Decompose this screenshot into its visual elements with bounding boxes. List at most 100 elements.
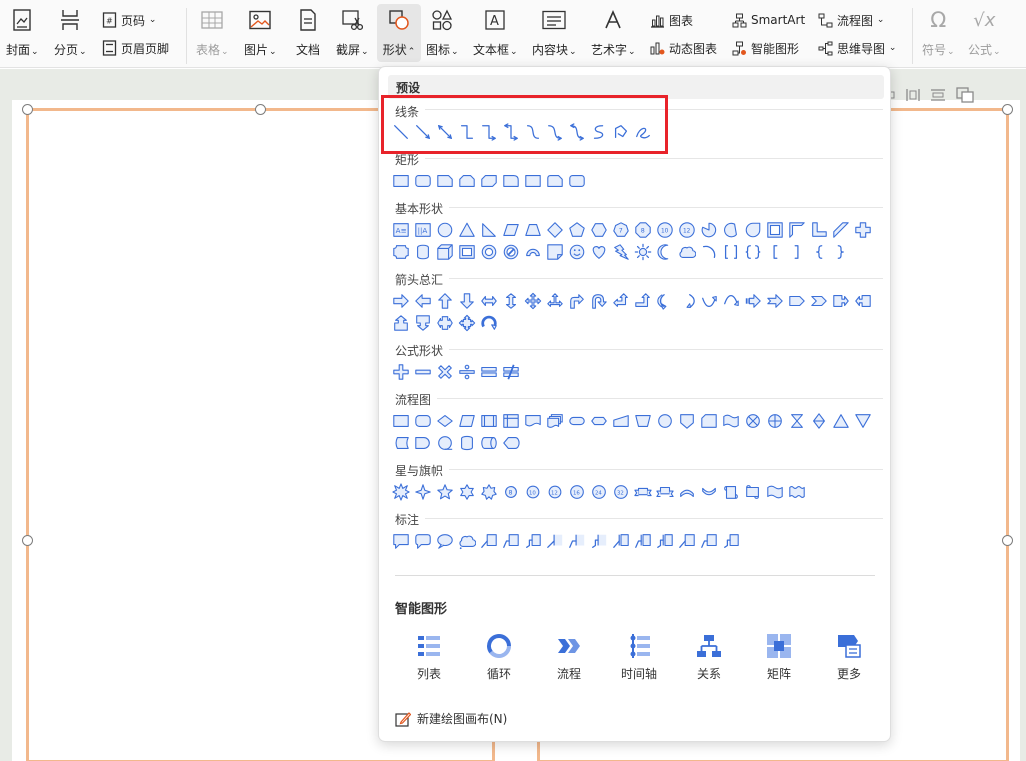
- shape-option[interactable]: [632, 530, 654, 552]
- shape-option[interactable]: 8: [500, 481, 522, 503]
- shape-option[interactable]: [544, 219, 566, 241]
- shape-option[interactable]: [588, 219, 610, 241]
- shape-option[interactable]: [390, 241, 412, 263]
- shape-option[interactable]: 12: [676, 219, 698, 241]
- shape-option[interactable]: [830, 290, 852, 312]
- shape-option[interactable]: [698, 410, 720, 432]
- resize-handle[interactable]: [1002, 104, 1013, 115]
- shape-option[interactable]: [786, 410, 808, 432]
- smart-item-process[interactable]: 流程: [539, 633, 599, 682]
- shape-option[interactable]: [786, 290, 808, 312]
- shape-option[interactable]: [478, 432, 500, 454]
- shape-option[interactable]: [830, 241, 852, 263]
- shape-option[interactable]: [544, 530, 566, 552]
- shape-option[interactable]: [676, 530, 698, 552]
- shape-option[interactable]: [478, 219, 500, 241]
- shape-option[interactable]: [676, 241, 698, 263]
- mindmap-button[interactable]: 思维导图 ⌄: [818, 38, 896, 58]
- shape-option[interactable]: 10: [654, 219, 676, 241]
- shape-option[interactable]: [654, 481, 676, 503]
- shape-option[interactable]: [522, 530, 544, 552]
- shape-option[interactable]: [522, 410, 544, 432]
- shape-option[interactable]: [632, 481, 654, 503]
- shape-option[interactable]: [412, 530, 434, 552]
- shape-option[interactable]: [478, 241, 500, 263]
- shape-option[interactable]: [742, 410, 764, 432]
- shape-option[interactable]: [764, 219, 786, 241]
- chart-button[interactable]: 图表: [650, 10, 693, 30]
- shape-option[interactable]: [566, 530, 588, 552]
- shape-option[interactable]: [632, 241, 654, 263]
- shape-option[interactable]: [478, 530, 500, 552]
- shape-option[interactable]: [478, 481, 500, 503]
- distribute-icon[interactable]: [906, 88, 920, 102]
- shape-option[interactable]: [478, 312, 500, 334]
- shape-option[interactable]: [764, 481, 786, 503]
- shape-option[interactable]: [786, 219, 808, 241]
- shape-option[interactable]: [698, 290, 720, 312]
- shape-option[interactable]: [566, 290, 588, 312]
- shape-option[interactable]: [456, 361, 478, 383]
- align-center-icon[interactable]: [930, 88, 946, 102]
- shape-option[interactable]: [654, 410, 676, 432]
- shape-option[interactable]: [588, 410, 610, 432]
- shape-option[interactable]: [654, 241, 676, 263]
- shape-option[interactable]: [632, 290, 654, 312]
- group-icon[interactable]: [956, 87, 974, 103]
- header-footer-button[interactable]: 页眉页脚: [102, 38, 169, 58]
- shape-option[interactable]: [566, 410, 588, 432]
- smart-item-timeline[interactable]: 时间轴: [609, 633, 669, 682]
- cover-button[interactable]: 封面⌄: [6, 6, 39, 58]
- shape-option[interactable]: [478, 290, 500, 312]
- symbol-button[interactable]: Ω 符号⌄: [922, 6, 955, 58]
- shape-option[interactable]: [412, 170, 434, 192]
- pagebreak-button[interactable]: 分页⌄: [54, 6, 87, 58]
- shape-option[interactable]: [500, 410, 522, 432]
- shape-option[interactable]: [390, 290, 412, 312]
- shape-option[interactable]: [500, 170, 522, 192]
- shape-option[interactable]: [852, 290, 874, 312]
- shape-option[interactable]: [544, 241, 566, 263]
- shape-option[interactable]: [412, 312, 434, 334]
- content-block-button[interactable]: 内容块⌄: [532, 6, 577, 58]
- shape-option[interactable]: [390, 481, 412, 503]
- shape-option[interactable]: [610, 410, 632, 432]
- shape-option[interactable]: [434, 481, 456, 503]
- shape-option[interactable]: [390, 361, 412, 383]
- shape-option[interactable]: ||A: [412, 219, 434, 241]
- shape-option[interactable]: 12: [544, 481, 566, 503]
- shape-option[interactable]: [390, 432, 412, 454]
- shape-option[interactable]: [478, 170, 500, 192]
- shape-option[interactable]: [698, 530, 720, 552]
- smart-item-relation[interactable]: 关系: [679, 633, 739, 682]
- shape-option[interactable]: [808, 219, 830, 241]
- shape-option[interactable]: [500, 361, 522, 383]
- shape-option[interactable]: [610, 241, 632, 263]
- shape-option[interactable]: [522, 241, 544, 263]
- shape-option[interactable]: [456, 219, 478, 241]
- shape-option[interactable]: [764, 410, 786, 432]
- shape-option[interactable]: [390, 530, 412, 552]
- shape-option[interactable]: [588, 530, 610, 552]
- shape-option[interactable]: [434, 410, 456, 432]
- shape-option[interactable]: [764, 290, 786, 312]
- formula-button[interactable]: √x 公式⌄: [968, 6, 1001, 58]
- shape-option[interactable]: [742, 290, 764, 312]
- resize-handle[interactable]: [22, 535, 33, 546]
- shape-option[interactable]: [434, 241, 456, 263]
- shape-option[interactable]: [434, 361, 456, 383]
- shape-option[interactable]: [456, 312, 478, 334]
- shape-option[interactable]: [808, 241, 830, 263]
- smart-graphic-button[interactable]: 智能图形: [732, 38, 799, 58]
- shape-option[interactable]: [786, 481, 808, 503]
- shape-option[interactable]: [434, 432, 456, 454]
- shape-option[interactable]: [500, 219, 522, 241]
- resize-handle[interactable]: [255, 104, 266, 115]
- shape-option[interactable]: [676, 481, 698, 503]
- flowchart-button[interactable]: 流程图 ⌄: [818, 10, 884, 30]
- shape-option[interactable]: [742, 219, 764, 241]
- shape-option[interactable]: [720, 410, 742, 432]
- shape-option[interactable]: [456, 290, 478, 312]
- shape-option[interactable]: [698, 219, 720, 241]
- shape-option[interactable]: [720, 481, 742, 503]
